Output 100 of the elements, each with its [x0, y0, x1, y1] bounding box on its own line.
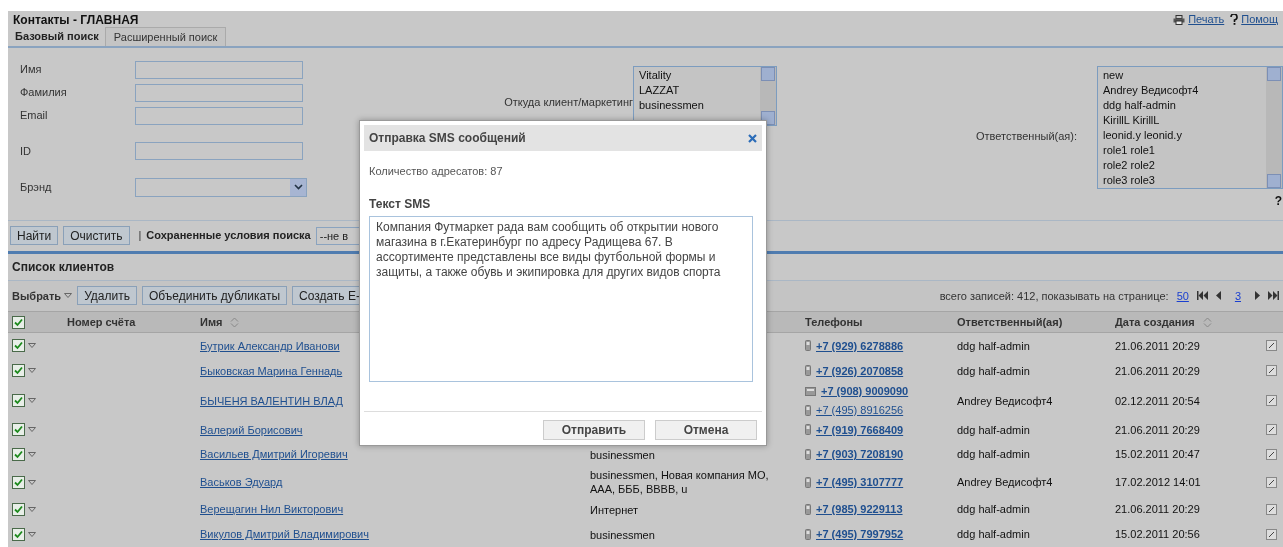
checkbox[interactable] — [12, 528, 25, 541]
edit-icon[interactable] — [1266, 476, 1277, 488]
sms-text-field[interactable]: Компания Футмаркет рада вам сообщить об открытии нового магазина в г.Екатеринбург по адресу Радищева 67. В ассортименте представлены все виды футбольной формы и защиты, а также обувь и экипировка для других видов спорта — [369, 215, 753, 382]
client-name-link[interactable]: Верещагин Нил Викторович — [200, 501, 590, 518]
table-cell-text: 17.02.2012 14:01 — [1115, 474, 1202, 490]
close-icon[interactable] — [748, 133, 757, 143]
page-link[interactable]: 3 — [1234, 287, 1241, 305]
caret-icon[interactable] — [28, 452, 36, 458]
dialog-button[interactable]: Отмена — [655, 419, 757, 440]
checkbox[interactable] — [12, 448, 25, 462]
mobile-phone-icon — [805, 340, 811, 352]
field-label: Email — [20, 108, 49, 124]
checkbox[interactable] — [12, 315, 25, 329]
list-option[interactable]: LAZZAT — [639, 83, 760, 98]
edit-icon[interactable] — [1266, 449, 1277, 461]
checkbox[interactable] — [12, 339, 25, 353]
scrollbar[interactable] — [760, 67, 776, 125]
section-title: Список клиентов — [12, 258, 115, 276]
phone-link[interactable]: +7 (495) 8916256 — [816, 401, 904, 419]
search-button[interactable]: Очистить — [63, 226, 130, 246]
list-option[interactable]: Vitality — [639, 68, 760, 83]
table-cell-text: ddg half-admin — [957, 338, 1031, 354]
caret-icon[interactable] — [28, 427, 36, 433]
checkbox[interactable] — [12, 503, 25, 517]
phone-link[interactable]: +7 (495) 7997952 — [816, 526, 904, 543]
list-option[interactable]: role1 role1 — [1103, 143, 1266, 158]
next-page-icon[interactable] — [1255, 291, 1260, 301]
last-page-icon[interactable] — [1268, 291, 1279, 301]
text-field[interactable] — [135, 83, 303, 102]
client-name-link[interactable]: Васьков Эдуард — [200, 473, 590, 491]
text-field[interactable] — [135, 106, 303, 125]
phone-link[interactable]: +7 (903) 7208190 — [816, 446, 904, 463]
filter-label: Ответственный(ая): — [976, 129, 1077, 144]
caret-icon[interactable] — [28, 532, 36, 537]
phone-link[interactable]: +7 (929) 6278886 — [816, 337, 904, 355]
help-link[interactable]: Помощ — [1230, 11, 1278, 28]
scrollbar[interactable] — [1266, 67, 1282, 188]
edit-icon[interactable] — [1266, 424, 1277, 436]
list-option[interactable]: role2 role2 — [1103, 158, 1266, 173]
checkbox[interactable] — [12, 394, 25, 408]
list-box[interactable]: Vitality LAZZAT businessmen — [633, 66, 777, 126]
print-link[interactable]: Печать — [1173, 11, 1225, 28]
list-option[interactable]: KirillL KirillL — [1103, 113, 1266, 128]
caret-icon[interactable] — [28, 368, 36, 374]
edit-icon[interactable] — [1266, 529, 1277, 540]
first-page-icon[interactable] — [1196, 291, 1208, 301]
table-cell-text: ddg half-admin — [957, 363, 1031, 379]
caret-icon[interactable] — [28, 398, 36, 404]
select-menu[interactable]: Выбрать — [12, 287, 73, 305]
edit-icon[interactable] — [1266, 504, 1277, 516]
list-option[interactable]: ddg half-admin — [1103, 98, 1266, 113]
field-label: Брэнд — [20, 179, 53, 195]
list-option[interactable]: Andrey Ведисофт4 — [1103, 83, 1266, 98]
checkbox[interactable] — [12, 364, 25, 378]
list-option[interactable]: role3 role3 — [1103, 173, 1266, 188]
column-header[interactable]: Имя — [200, 314, 240, 331]
printer-icon — [1173, 14, 1186, 25]
table-cell-text: Andrey Ведисофт4 — [957, 393, 1054, 409]
caret-icon[interactable] — [28, 507, 36, 513]
table-cell-text: ddg half-admin — [957, 447, 1031, 463]
phone-link[interactable]: +7 (985) 9229113 — [816, 501, 903, 518]
dialog-button[interactable]: Отправить — [543, 419, 645, 440]
help-mark[interactable]: ? — [1274, 192, 1282, 210]
mobile-phone-icon — [805, 365, 811, 377]
mobile-phone-icon — [805, 424, 811, 436]
phone-link[interactable]: +7 (908) 9009090 — [821, 383, 909, 400]
list-option[interactable]: leonid.y leonid.y — [1103, 128, 1266, 143]
column-header[interactable]: Дата создания — [1115, 314, 1212, 331]
table-cell-text: 15.02.2011 20:56 — [1115, 527, 1201, 543]
tab[interactable]: Расширенный поиск — [104, 27, 227, 46]
table-cell-text: ddg half-admin — [957, 422, 1031, 438]
client-name-link[interactable]: Васильев Дмитрий Игоревич — [200, 446, 590, 463]
phone-link[interactable]: +7 (495) 3107777 — [816, 473, 904, 491]
caret-icon[interactable] — [28, 479, 36, 485]
edit-icon[interactable] — [1266, 340, 1277, 352]
caret-icon[interactable] — [28, 343, 36, 349]
checkbox[interactable] — [12, 475, 25, 489]
text-field[interactable] — [135, 142, 303, 160]
text-field[interactable] — [135, 60, 303, 79]
table-cell-text: 21.06.2011 20:29 — [1115, 338, 1201, 354]
edit-icon[interactable] — [1266, 395, 1277, 407]
mobile-phone-icon — [805, 529, 811, 540]
list-box[interactable]: new Andrey Ведисофт4 ddg half-admin KirillL KirillL leonid.y leonid.y role1 role1 role2 role2 role3 role3 — [1097, 66, 1283, 189]
search-button[interactable]: Найти — [10, 226, 59, 246]
previous-page-icon[interactable] — [1215, 291, 1221, 301]
page-size-link[interactable]: 50 — [1176, 287, 1189, 305]
phone-link[interactable]: +7 (926) 2070858 — [816, 362, 904, 380]
caret-icon[interactable] — [64, 293, 73, 299]
list-option[interactable]: new — [1103, 68, 1266, 83]
phone-link[interactable]: +7 (919) 7668409 — [816, 421, 904, 438]
client-name-link[interactable]: Викулов Дмитрий Владимирович — [200, 526, 590, 543]
toolbar-button[interactable]: Объединить дубликаты — [141, 286, 287, 306]
table-cell-text: Интернет — [590, 502, 639, 517]
table-cell-text: ddg half-admin — [957, 527, 1031, 543]
list-option[interactable]: businessmen — [639, 98, 760, 113]
edit-icon[interactable] — [1266, 365, 1277, 377]
mobile-phone-icon — [805, 476, 811, 488]
select-field[interactable] — [135, 177, 307, 197]
toolbar-button[interactable]: Удалить — [77, 286, 137, 306]
checkbox[interactable] — [12, 423, 25, 437]
